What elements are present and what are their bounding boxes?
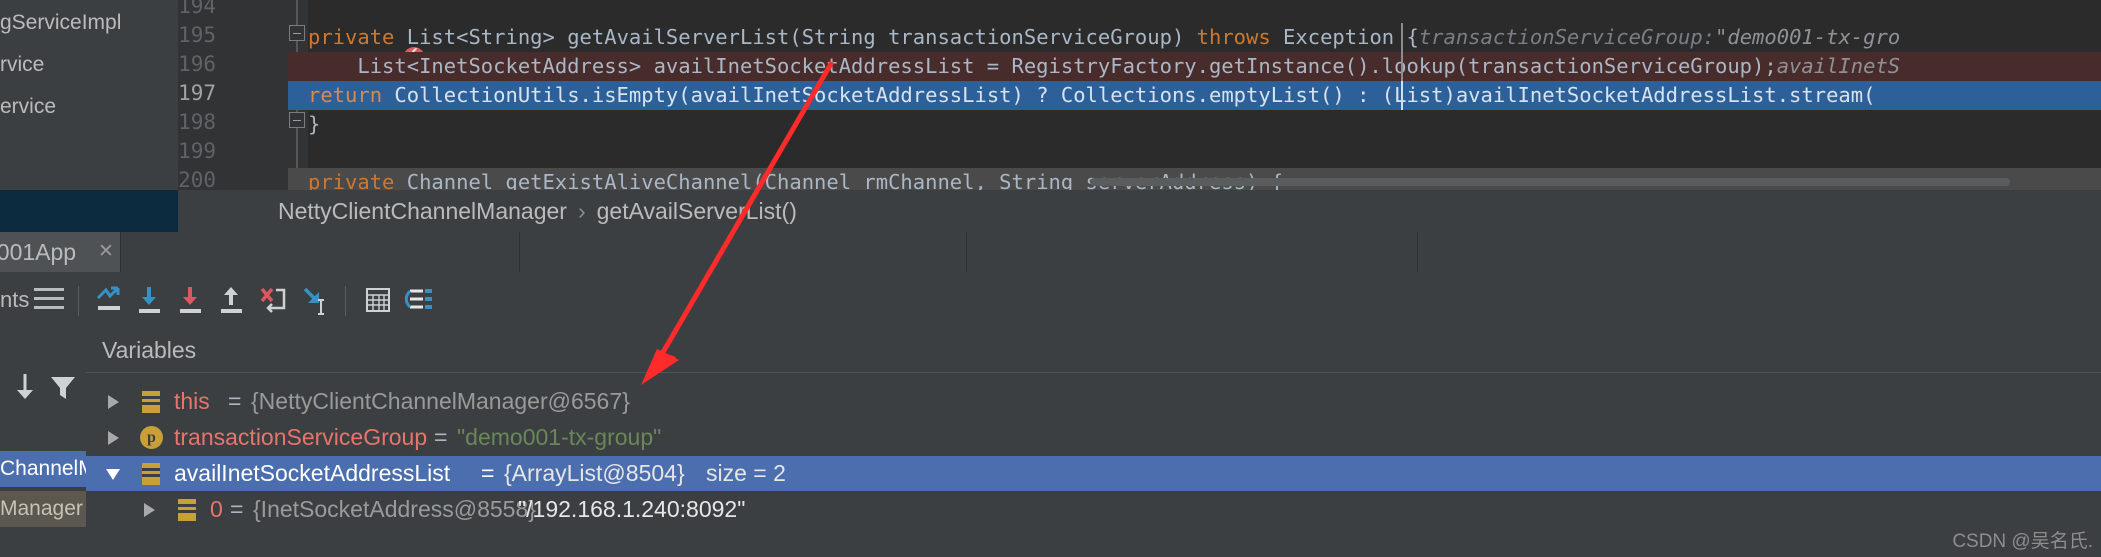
breadcrumb-method[interactable]: getAvailServerList() <box>597 198 797 224</box>
run-to-cursor-icon[interactable] <box>297 282 333 318</box>
debug-toolbar-label: nts <box>0 287 30 312</box>
parameter-icon: p <box>140 426 163 449</box>
project-item-1[interactable]: rvice <box>0 44 178 86</box>
code-sig2-195: Exception { <box>1270 25 1419 49</box>
code-text-197: CollectionUtils.isEmpty(availInetSocketA… <box>382 83 1876 107</box>
layout-settings-icon[interactable] <box>401 282 437 318</box>
line-number-198: 198 <box>178 110 216 134</box>
fold-collapse-icon-195[interactable] <box>289 25 305 41</box>
drop-frame-icon[interactable] <box>256 282 292 318</box>
close-icon[interactable]: ✕ <box>98 232 114 272</box>
editor-caret <box>1401 81 1403 110</box>
variable-name-availinetsocketaddresslist: availInetSocketAddressList <box>174 460 451 486</box>
filter-icon[interactable] <box>46 370 80 404</box>
variable-value-transactionservicegroup: "demo001-tx-group" <box>457 424 662 450</box>
code-text[interactable]: private List<String> getAvailServerList(… <box>288 0 2101 190</box>
project-tree-pane[interactable]: gServiceImpl rvice ervice <box>0 0 178 190</box>
evaluate-expression-icon[interactable] <box>360 282 396 318</box>
code-line-198: } <box>308 110 320 139</box>
breadcrumb-separator-icon: › <box>577 198 586 224</box>
frame-item-1[interactable]: Manager <box>0 491 86 527</box>
frames-pane: ChannelM Manager <box>0 328 87 557</box>
variable-row-this[interactable]: this = {NettyClientChannelManager@6567} <box>86 384 2101 419</box>
variable-name-transactionservicegroup: transactionServiceGroup <box>174 424 428 450</box>
variable-value-this: {NettyClientChannelManager@6567} <box>251 388 630 414</box>
project-item-0[interactable]: gServiceImpl <box>0 2 178 44</box>
expander-right-icon[interactable] <box>108 431 119 445</box>
menu-hamburger-icon[interactable] <box>34 288 64 291</box>
variable-string-index-0: "/192.168.1.240:8092" <box>518 496 746 522</box>
line-number-200: 200 <box>178 168 216 190</box>
editor-horizontal-scrollbar[interactable] <box>1090 178 2010 186</box>
debug-session-tab-label: o001App <box>0 239 77 265</box>
code-kw-throws: throws <box>1196 25 1271 49</box>
variable-size-availinetsocketaddresslist: size = 2 <box>706 460 786 486</box>
code-sig-195: List<String> getAvailServerList(String t… <box>394 25 1197 49</box>
code-kw-return: return <box>308 83 383 107</box>
show-execution-point-icon[interactable] <box>92 282 128 318</box>
variable-value-index-0: {InetSocketAddress@8558} <box>253 496 536 522</box>
code-kw-private: private <box>308 25 395 49</box>
debug-tabstrip: o001App ✕ <box>0 232 2101 272</box>
equals-sign: = <box>434 424 448 450</box>
code-line-196: List<InetSocketAddress> availInetSocketA… <box>308 52 1900 81</box>
breadcrumb-class[interactable]: NettyClientChannelManager <box>278 198 567 224</box>
line-number-199: 199 <box>178 139 216 163</box>
expander-down-icon[interactable] <box>106 469 120 480</box>
scroll-down-icon[interactable] <box>8 370 42 404</box>
debug-tool-window: o001App ✕ nts <box>0 232 2101 557</box>
variable-row-index-0[interactable]: 0 = {InetSocketAddress@8558} "/192.168.1… <box>86 492 2101 527</box>
param-hint-value-195: "demo001-tx-gro <box>1715 25 1901 49</box>
field-icon <box>142 391 160 413</box>
fold-collapse-icon-198[interactable] <box>289 112 305 128</box>
variable-row-transactionservicegroup[interactable]: p transactionServiceGroup = "demo001-tx-… <box>86 420 2101 455</box>
inlay-divider-196 <box>1401 52 1403 81</box>
breadcrumb-left-filler <box>0 190 178 232</box>
param-hint-value-196: availInetS <box>1776 54 1901 78</box>
debug-toolbar: nts <box>0 272 2101 329</box>
line-number-195: 195 <box>178 23 216 47</box>
line-number-194: 194 <box>178 0 216 18</box>
expander-right-icon[interactable] <box>144 503 155 517</box>
code-line-197: return CollectionUtils.isEmpty(availInet… <box>308 81 1875 110</box>
variables-header: Variables <box>86 328 2101 373</box>
breadcrumb-bar: NettyClientChannelManager › getAvailServer… <box>178 190 2101 233</box>
expander-right-icon[interactable] <box>108 395 119 409</box>
line-number-196: 196 <box>178 52 216 76</box>
step-into-icon[interactable] <box>174 282 210 318</box>
inlay-divider-195 <box>1401 23 1403 52</box>
code-kw-private-200: private <box>308 170 395 190</box>
field-icon <box>142 463 160 485</box>
variable-value-availinetsocketaddresslist: {ArrayList@8504} <box>504 460 685 486</box>
equals-sign: = <box>481 460 495 486</box>
equals-sign: = <box>230 496 244 522</box>
editor-area: gServiceImpl rvice ervice 194 195 196 19… <box>0 0 2101 190</box>
param-hint-label-195: transactionServiceGroup: <box>1418 25 1716 49</box>
equals-sign: = <box>228 388 242 414</box>
project-item-2[interactable]: ervice <box>0 86 178 128</box>
code-line-195: private List<String> getAvailServerList(… <box>308 23 1900 52</box>
variable-name-this: this <box>174 388 210 414</box>
variable-row-availinetsocketaddresslist[interactable]: availInetSocketAddressList = {ArrayList@… <box>86 456 2101 491</box>
breadcrumb[interactable]: NettyClientChannelManager › getAvailServer… <box>278 190 797 232</box>
code-text-196: List<InetSocketAddress> availInetSocketA… <box>308 54 1777 78</box>
ide-window: gServiceImpl rvice ervice 194 195 196 19… <box>0 0 2101 557</box>
field-icon <box>178 499 196 521</box>
code-text-198: } <box>308 112 321 136</box>
watermark: CSDN @吴名氏. <box>1952 531 2093 552</box>
step-out-icon[interactable] <box>215 282 251 318</box>
variables-header-label: Variables <box>102 337 197 363</box>
debug-session-tab[interactable]: o001App ✕ <box>0 232 120 272</box>
variables-pane: Variables this = {NettyClientChannelMana… <box>86 328 2101 557</box>
step-over-icon[interactable] <box>133 282 169 318</box>
variable-name-index-0: 0 <box>210 496 223 522</box>
frame-item-0[interactable]: ChannelM <box>0 451 86 487</box>
line-number-197: 197 <box>178 81 216 105</box>
debug-panes: ChannelM Manager Variables this = {Netty… <box>0 328 2101 557</box>
